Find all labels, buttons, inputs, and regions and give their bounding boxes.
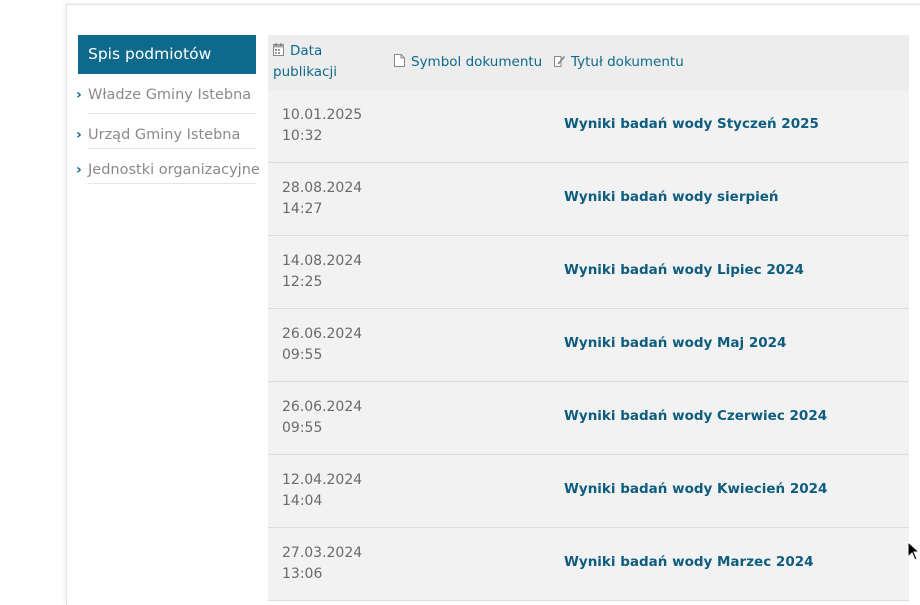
sidebar-list: › Władze Gminy Istebna › Urząd Gminy Ist… bbox=[76, 74, 260, 184]
row-publication-date: 26.06.2024 09:55 bbox=[282, 324, 382, 366]
chevron-right-icon: › bbox=[76, 87, 82, 103]
table-row: 26.06.2024 09:55 Wyniki badań wody Czerw… bbox=[268, 382, 909, 455]
row-date: 28.08.2024 bbox=[282, 180, 363, 196]
sidebar: Spis podmiotów › Władze Gminy Istebna › … bbox=[76, 35, 260, 184]
column-header-title[interactable]: Tytuł dokumentu bbox=[554, 52, 684, 73]
column-header-title-label: Tytuł dokumentu bbox=[571, 54, 684, 70]
table-row: 26.06.2024 09:55 Wyniki badań wody Maj 2… bbox=[268, 309, 909, 382]
column-header-date[interactable]: Data publikacji bbox=[273, 41, 363, 83]
row-date: 27.03.2024 bbox=[282, 545, 363, 561]
sidebar-item-label: Jednostki organizacyjne bbox=[88, 162, 260, 178]
mouse-cursor-icon bbox=[907, 541, 920, 561]
row-time: 10:32 bbox=[282, 128, 323, 144]
table-header: Data publikacji Symbol dokumentu Tytuł d… bbox=[268, 35, 909, 90]
document-title-link[interactable]: Wyniki badań wody Lipiec 2024 bbox=[564, 262, 804, 278]
sidebar-item-jednostki[interactable]: › Jednostki organizacyjne bbox=[76, 149, 260, 184]
row-publication-date: 14.08.2024 12:25 bbox=[282, 251, 382, 293]
row-date: 14.08.2024 bbox=[282, 253, 363, 269]
document-title-link[interactable]: Wyniki badań wody Kwiecień 2024 bbox=[564, 481, 827, 497]
documents-table: Data publikacji Symbol dokumentu Tytuł d… bbox=[268, 35, 909, 601]
table-row: 12.04.2024 14:04 Wyniki badań wody Kwiec… bbox=[268, 455, 909, 528]
document-title-link[interactable]: Wyniki badań wody Maj 2024 bbox=[564, 335, 786, 351]
row-time: 12:25 bbox=[282, 274, 323, 290]
chevron-right-icon: › bbox=[76, 162, 82, 178]
document-title-link[interactable]: Wyniki badań wody Czerwiec 2024 bbox=[564, 408, 827, 424]
document-title-link[interactable]: Wyniki badań wody Styczeń 2025 bbox=[564, 116, 819, 132]
row-date: 10.01.2025 bbox=[282, 107, 363, 123]
sidebar-item-label: Władze Gminy Istebna bbox=[88, 87, 252, 103]
document-icon bbox=[394, 54, 405, 67]
calendar-icon bbox=[273, 43, 284, 56]
table-row: 10.01.2025 10:32 Wyniki badań wody Stycz… bbox=[268, 90, 909, 163]
table-row: 28.08.2024 14:27 Wyniki badań wody sierp… bbox=[268, 163, 909, 236]
document-title-link[interactable]: Wyniki badań wody sierpień bbox=[564, 189, 779, 205]
row-date: 26.06.2024 bbox=[282, 326, 363, 342]
page: Spis podmiotów › Władze Gminy Istebna › … bbox=[0, 0, 920, 605]
row-publication-date: 12.04.2024 14:04 bbox=[282, 470, 382, 512]
table-row: 14.08.2024 12:25 Wyniki badań wody Lipie… bbox=[268, 236, 909, 309]
row-time: 14:27 bbox=[282, 201, 323, 217]
row-date: 26.06.2024 bbox=[282, 399, 363, 415]
row-publication-date: 27.03.2024 13:06 bbox=[282, 543, 382, 585]
row-publication-date: 26.06.2024 09:55 bbox=[282, 397, 382, 439]
row-time: 09:55 bbox=[282, 420, 323, 436]
column-header-symbol-label: Symbol dokumentu bbox=[411, 54, 543, 70]
sidebar-item-urzad[interactable]: › Urząd Gminy Istebna bbox=[76, 114, 256, 149]
document-title-link[interactable]: Wyniki badań wody Marzec 2024 bbox=[564, 554, 814, 570]
row-publication-date: 10.01.2025 10:32 bbox=[282, 105, 382, 147]
sidebar-header: Spis podmiotów bbox=[78, 35, 256, 74]
column-header-symbol[interactable]: Symbol dokumentu bbox=[394, 52, 542, 73]
row-time: 13:06 bbox=[282, 566, 323, 582]
edit-icon bbox=[554, 56, 565, 67]
table-row: 27.03.2024 13:06 Wyniki badań wody Marze… bbox=[268, 528, 909, 601]
sidebar-item-label: Urząd Gminy Istebna bbox=[88, 127, 241, 143]
row-time: 09:55 bbox=[282, 347, 323, 363]
row-time: 14:04 bbox=[282, 493, 323, 509]
row-date: 12.04.2024 bbox=[282, 472, 363, 488]
row-publication-date: 28.08.2024 14:27 bbox=[282, 178, 382, 220]
sidebar-item-wladze[interactable]: › Władze Gminy Istebna bbox=[76, 74, 256, 114]
